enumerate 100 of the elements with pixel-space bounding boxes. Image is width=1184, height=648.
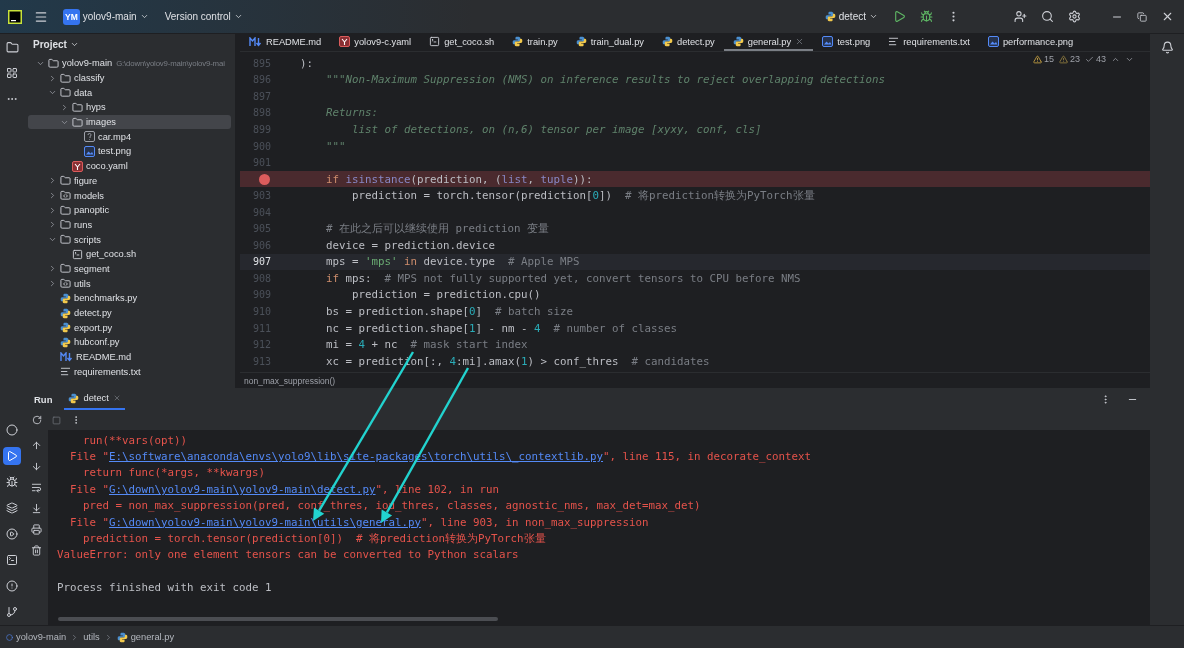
add-user-icon[interactable]: [1012, 8, 1029, 25]
tree-item[interactable]: figure: [28, 173, 231, 189]
tree-item[interactable]: README.md: [28, 349, 231, 365]
folder-icon: [60, 72, 71, 84]
editor-tab[interactable]: performance.png: [978, 34, 1083, 51]
tree-item[interactable]: segment: [28, 261, 231, 277]
check-count: 43: [1085, 54, 1106, 64]
code-line: prediction = torch.tensor(prediction[0]) # 将prediction转换为PyTorch张量: [351, 188, 815, 203]
layers-icon[interactable]: [3, 499, 21, 517]
folder-icon: [60, 278, 71, 290]
tree-item[interactable]: classify: [28, 70, 231, 86]
tree-item[interactable]: coco.yaml: [28, 158, 231, 174]
rerun-icon[interactable]: [30, 413, 44, 427]
tree-item[interactable]: hubconf.py: [28, 335, 231, 350]
tree-item[interactable]: models: [28, 188, 231, 203]
editor-tab[interactable]: README.md: [240, 34, 331, 51]
chevron-right-icon: [60, 102, 69, 112]
python-icon: [60, 307, 71, 319]
folder-icon: [60, 190, 71, 202]
editor-tab[interactable]: detect.py: [653, 34, 724, 51]
folder-icon: [60, 263, 71, 275]
breadcrumb-item[interactable]: general.py: [116, 631, 175, 643]
editor-tab[interactable]: test.png: [813, 34, 880, 51]
code-line: """: [325, 139, 346, 153]
restore-icon[interactable]: [1135, 9, 1149, 24]
editor-tab[interactable]: yolov9-c.yaml: [330, 34, 421, 51]
code-line: bs = prediction.shape[0] # batch size: [325, 304, 574, 318]
code-line: mi = 4 + nc # mask start index: [325, 338, 528, 352]
tree-item[interactable]: utils: [28, 276, 231, 291]
code-line: """Non-Maximum Suppression (NMS) on inference results to reject overlapping detections: [325, 73, 886, 87]
tree-item[interactable]: scripts: [28, 232, 231, 247]
python-icon: [824, 11, 836, 22]
editor-tab[interactable]: general.py: [723, 34, 814, 51]
problems-icon[interactable]: [3, 577, 21, 595]
code-line: if isinstance(prediction, (list, tuple)):: [325, 172, 593, 186]
search-icon[interactable]: [1039, 8, 1056, 25]
code-line: mps = 'mps' in device.type # Apple MPS: [325, 255, 580, 269]
chevron-right-icon: [48, 73, 57, 83]
image-file-icon: [822, 36, 834, 47]
run-tab[interactable]: detect: [64, 388, 125, 410]
folder-icon: [72, 116, 83, 128]
editor-tab[interactable]: train_dual.py: [566, 34, 653, 51]
terminal-file-icon: [429, 36, 441, 47]
tree-item[interactable]: export.py: [28, 320, 231, 336]
version-control-menu[interactable]: Version control: [161, 9, 246, 24]
file-link[interactable]: G:\down\yolov9-main\yolov9-main\utils\general.py: [109, 515, 422, 529]
error-count: 15: [1032, 54, 1054, 64]
python-icon: [512, 36, 524, 47]
editor-tab[interactable]: requirements.txt: [879, 34, 979, 51]
warning-count: 23: [1058, 54, 1080, 64]
tree-item[interactable]: get_coco.sh: [28, 246, 231, 262]
code-line: prediction = prediction.cpu(): [351, 288, 541, 302]
project-badge: YM: [63, 8, 80, 25]
services-icon[interactable]: [3, 525, 21, 543]
console-line: prediction = torch.tensor(prediction[0]) # 将prediction转换为PyTorch张量: [82, 531, 546, 546]
code-line: # 在此之后可以继续使用 prediction 变量: [325, 221, 549, 236]
run-configuration[interactable]: detect: [821, 9, 881, 24]
breadcrumb-item[interactable]: yolov9-main: [6, 632, 67, 642]
tree-item[interactable]: hyps: [28, 100, 231, 115]
tree-item[interactable]: runs: [28, 217, 231, 233]
console-line: return func(*args, **kwargs): [82, 466, 265, 480]
python-icon: [60, 322, 71, 334]
python-icon: [732, 36, 744, 47]
tree-item[interactable]: test.png: [28, 144, 231, 159]
code-line: Returns:: [325, 106, 378, 120]
chevron-down-icon: [869, 12, 878, 21]
bug-icon[interactable]: [918, 8, 935, 25]
tree-item[interactable]: car.mp4: [28, 129, 231, 145]
editor-tab[interactable]: get_coco.sh: [420, 34, 504, 51]
editor-tab[interactable]: train.py: [503, 34, 567, 51]
view-dropdown[interactable]: Project: [30, 36, 82, 52]
line-number: 907: [253, 256, 272, 268]
code-line: ):: [299, 56, 313, 70]
breakpoint-icon[interactable]: [259, 173, 270, 185]
folder-icon: [60, 204, 71, 216]
tree-item[interactable]: benchmarks.py: [28, 291, 231, 306]
tree-item[interactable]: images: [28, 114, 231, 130]
tree-item[interactable]: data: [28, 85, 231, 101]
breadcrumb-item[interactable]: utils: [83, 632, 100, 642]
code-line: if mps: # MPS not fully supported yet, convert tensors to CPU before NMS: [325, 271, 801, 285]
console-line: run(**vars(opt)): [82, 433, 187, 447]
panel-title: Run: [34, 393, 53, 405]
console-line: Process finished with exit code 1: [57, 581, 272, 595]
project-icon: [6, 633, 13, 641]
yaml-file-icon: [339, 36, 351, 47]
python-icon: [662, 36, 673, 47]
tree-item[interactable]: detect.py: [28, 305, 231, 321]
settings-icon[interactable]: [1066, 8, 1083, 25]
tree-item[interactable]: panoptic: [28, 202, 231, 218]
text-file-icon: [888, 36, 900, 47]
code-line: list of detections, on (n,6) tensor per image [xyxy, conf, cls]: [351, 122, 762, 136]
folder-icon: [60, 175, 71, 187]
text-file-icon: [60, 366, 71, 378]
scrollbar[interactable]: [58, 617, 498, 621]
folder-icon: [48, 57, 59, 69]
run-icon[interactable]: [3, 447, 21, 465]
image-file-icon: [987, 36, 999, 47]
breadcrumb: non_max_suppression(): [244, 375, 336, 386]
project-menu[interactable]: YM yolov9-main: [60, 6, 152, 27]
tree-item[interactable]: requirements.txt: [28, 364, 231, 380]
